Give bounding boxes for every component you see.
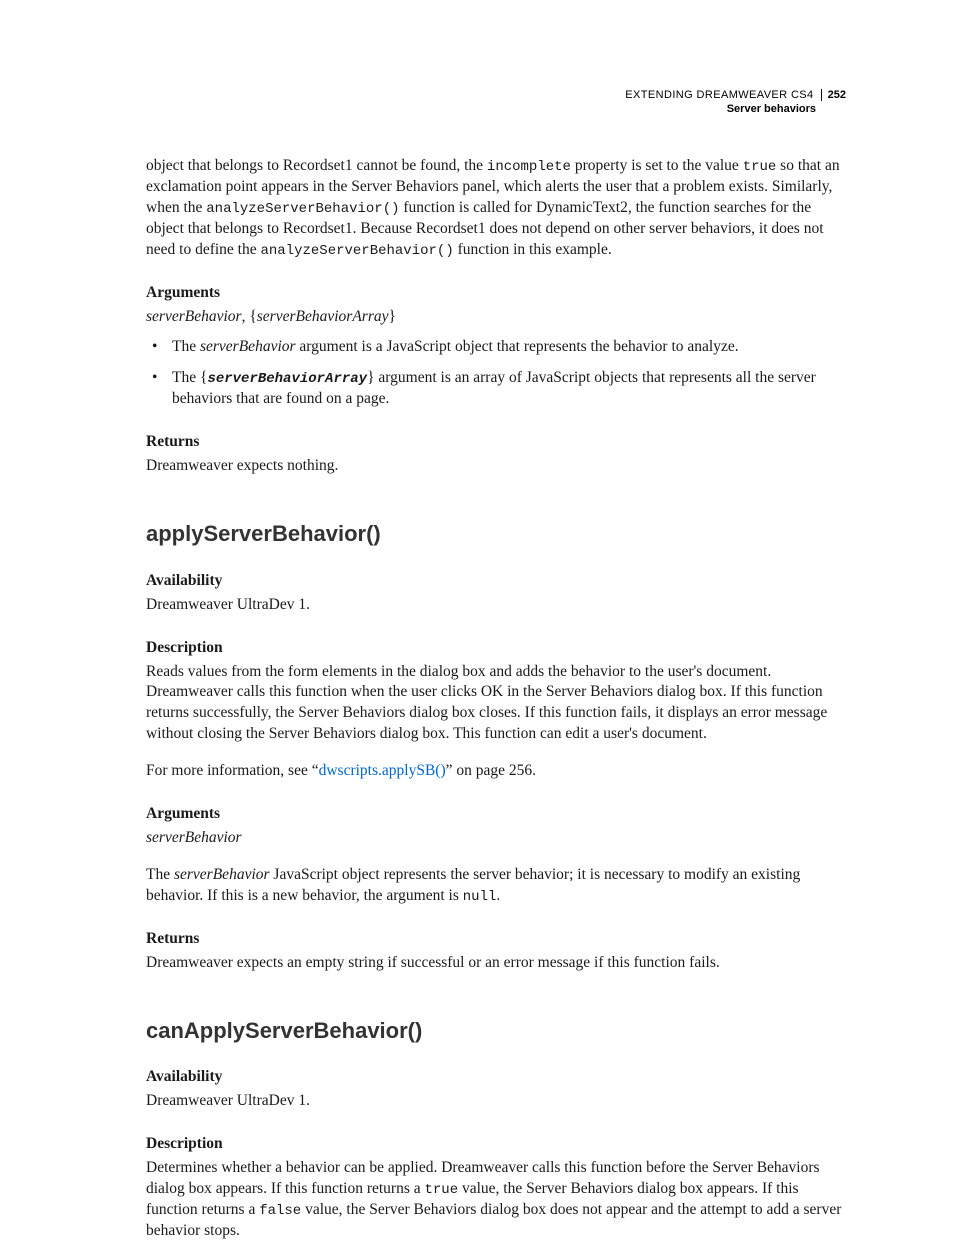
arg-name: serverBehavior <box>200 338 296 355</box>
code-inline: true <box>743 159 777 175</box>
code-inline: analyzeServerBehavior() <box>206 201 399 217</box>
page-number: 252 <box>821 89 846 101</box>
text-run: } <box>388 308 395 325</box>
arg-name: serverBehavior <box>146 829 242 846</box>
text-run: } <box>367 369 374 386</box>
availability-label: Availability <box>146 571 846 592</box>
page-header: EXTENDING DREAMWEAVER CS4 252 Server beh… <box>625 88 846 117</box>
availability-text: Dreamweaver UltraDev 1. <box>146 595 846 616</box>
returns-text: Dreamweaver expects an empty string if s… <box>146 953 846 974</box>
text-run: For more information, see “ <box>146 762 319 779</box>
code-inline: incomplete <box>487 159 571 175</box>
list-item: The {serverBehaviorArray} argument is an… <box>162 368 846 410</box>
code-inline: true <box>425 1182 459 1198</box>
text-run: . <box>496 887 500 904</box>
code-inline: false <box>259 1203 301 1219</box>
link-dwscripts-applysb[interactable]: dwscripts.applySB() <box>319 762 446 779</box>
heading-canapplyserverbehavior: canApplyServerBehavior() <box>146 1016 846 1046</box>
description-label: Description <box>146 1134 846 1155</box>
arguments-label: Arguments <box>146 804 846 825</box>
arg-name: serverBehaviorArray <box>257 308 389 325</box>
list-item: The serverBehavior argument is a JavaScr… <box>162 337 846 358</box>
text-run: The <box>146 866 174 883</box>
arg-name: serverBehavior <box>174 866 270 883</box>
returns-label: Returns <box>146 432 846 453</box>
arguments-signature: serverBehavior <box>146 828 846 849</box>
heading-applyserverbehavior: applyServerBehavior() <box>146 519 846 549</box>
text-run: The <box>172 338 200 355</box>
page: EXTENDING DREAMWEAVER CS4 252 Server beh… <box>0 0 954 1235</box>
arguments-signature: serverBehavior, {serverBehaviorArray} <box>146 307 846 328</box>
availability-label: Availability <box>146 1067 846 1088</box>
returns-label: Returns <box>146 929 846 950</box>
returns-text: Dreamweaver expects nothing. <box>146 456 846 477</box>
text-run: object that belongs to Recordset1 cannot… <box>146 157 487 174</box>
description-label: Description <box>146 638 846 659</box>
text-run: function in this example. <box>454 241 612 258</box>
arguments-paragraph: The serverBehavior JavaScript object rep… <box>146 865 846 907</box>
running-title: EXTENDING DREAMWEAVER CS4 <box>625 89 813 101</box>
more-info: For more information, see “dwscripts.app… <box>146 761 846 782</box>
header-line-1: EXTENDING DREAMWEAVER CS4 252 <box>625 88 846 102</box>
availability-text: Dreamweaver UltraDev 1. <box>146 1091 846 1112</box>
arguments-label: Arguments <box>146 283 846 304</box>
code-inline: null <box>463 889 497 905</box>
code-arg: serverBehaviorArray <box>207 371 367 387</box>
arguments-list: The serverBehavior argument is a JavaScr… <box>146 337 846 410</box>
arg-name: serverBehavior <box>146 308 242 325</box>
text-run: , { <box>242 308 257 325</box>
code-inline: analyzeServerBehavior() <box>260 243 453 259</box>
description-text: Reads values from the form elements in t… <box>146 662 846 746</box>
text-run: argument is a JavaScript object that rep… <box>296 338 739 355</box>
text-run: property is set to the value <box>571 157 743 174</box>
text-run: ” on page 256. <box>446 762 536 779</box>
header-section: Server behaviors <box>625 102 816 116</box>
description-text: Determines whether a behavior can be app… <box>146 1158 846 1242</box>
page-content: object that belongs to Recordset1 cannot… <box>146 156 846 1242</box>
text-run: The <box>172 369 200 386</box>
intro-paragraph: object that belongs to Recordset1 cannot… <box>146 156 846 261</box>
